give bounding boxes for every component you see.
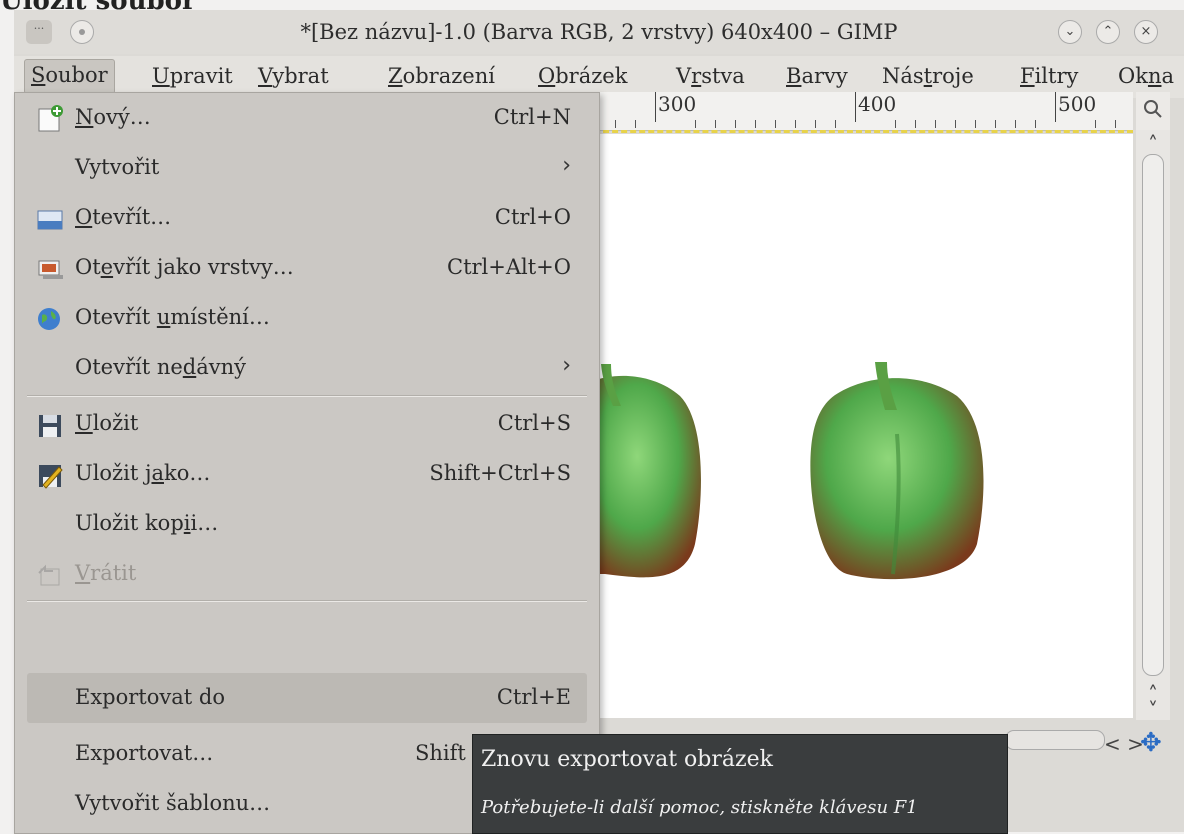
minimize-button[interactable]: ⌄ xyxy=(1058,20,1082,44)
open-as-layers-icon xyxy=(35,255,65,283)
menu-obrazek[interactable]: Obrázek xyxy=(532,62,633,90)
menu-filtry[interactable]: Filtry xyxy=(1014,62,1084,90)
image-canvas[interactable] xyxy=(585,134,1133,718)
scroll-thumb[interactable] xyxy=(1142,154,1164,676)
submenu-arrow-icon: › xyxy=(562,353,571,378)
zoom-icon[interactable] xyxy=(1136,92,1170,130)
submenu-arrow-icon: › xyxy=(562,153,571,178)
shortcut: Ctrl+O xyxy=(494,205,571,229)
menu-upravit[interactable]: Upravit xyxy=(146,62,239,90)
shortcut: Shift xyxy=(415,741,466,765)
menu-item-save-as[interactable]: Uložit jako… Shift+Ctrl+S xyxy=(15,449,599,499)
ruler-label: 300 xyxy=(655,92,696,122)
menu-item-open-recent[interactable]: Otevřít nedávný › xyxy=(15,343,599,393)
ruler-label: 500 xyxy=(1055,92,1096,122)
titlebar: ··· *[Bez názvu]-1.0 (Barva RGB, 2 vrstv… xyxy=(14,10,1184,54)
revert-icon xyxy=(35,561,65,589)
maximize-button[interactable]: ⌃ xyxy=(1096,20,1120,44)
shortcut: Ctrl+Alt+O xyxy=(447,255,571,279)
menu-separator xyxy=(27,600,587,602)
menu-item-revert: Vrátit xyxy=(15,549,599,599)
shortcut: Ctrl+E xyxy=(496,685,571,709)
menu-vrstva[interactable]: Vrstva xyxy=(670,62,751,90)
window-title: *[Bez názvu]-1.0 (Barva RGB, 2 vrstvy) 6… xyxy=(300,20,898,44)
new-icon xyxy=(35,105,65,133)
menu-soubor[interactable]: Soubor xyxy=(24,59,115,94)
menu-item-open[interactable]: Otevřít… Ctrl+O xyxy=(15,193,599,243)
tooltip-help: Potřebujete-li další pomoc, stiskněte kl… xyxy=(481,797,918,818)
menu-item-save-copy[interactable]: Uložit kopii… xyxy=(15,499,599,549)
menu-item-save[interactable]: Uložit Ctrl+S xyxy=(15,399,599,449)
navigate-arrows-icon[interactable]: < > xyxy=(1104,732,1144,756)
horizontal-scrollbar[interactable] xyxy=(1005,730,1105,750)
menu-item-new[interactable]: Nový… Ctrl+N xyxy=(15,93,599,143)
menu-vybrat[interactable]: Vybrat xyxy=(252,62,335,90)
tooltip: Znovu exportovat obrázek Potřebujete-li … xyxy=(472,734,1008,834)
save-as-icon xyxy=(35,461,65,489)
save-icon xyxy=(35,411,65,439)
menu-okna[interactable]: Okna xyxy=(1112,62,1180,90)
vertical-scrollbar[interactable]: ˄ ˄ ˅ xyxy=(1136,130,1170,722)
tooltip-title: Znovu exportovat obrázek xyxy=(481,747,773,772)
horizontal-ruler[interactable]: 300 400 500 xyxy=(585,92,1133,131)
shortcut: Shift+Ctrl+S xyxy=(429,461,571,485)
menu-separator xyxy=(27,395,587,397)
shortcut: Ctrl+S xyxy=(497,411,571,435)
scroll-down-icon[interactable]: ˅ xyxy=(1136,698,1170,722)
menu-item-open-location[interactable]: Otevřít umístění… xyxy=(15,293,599,343)
scroll-up-icon[interactable]: ˄ xyxy=(1136,132,1170,156)
menu-item-create[interactable]: Vytvořit › xyxy=(15,143,599,193)
menu-zobrazeni[interactable]: Zobrazení xyxy=(382,62,501,90)
menu-item-open-as-layers[interactable]: Otevřít jako vrstvy… Ctrl+Alt+O xyxy=(15,243,599,293)
menu-item-export-to[interactable]: Exportovat do Ctrl+E xyxy=(27,673,587,723)
file-menu-dropdown: Nový… Ctrl+N Vytvořit › Otevřít… Ctrl+O … xyxy=(14,92,600,834)
navigate-move-icon[interactable]: ✥ xyxy=(1140,728,1162,758)
globe-icon xyxy=(35,305,65,333)
close-button[interactable]: × xyxy=(1134,20,1158,44)
menu-barvy[interactable]: Barvy xyxy=(780,62,854,90)
shortcut: Ctrl+N xyxy=(493,105,571,129)
pepper-image xyxy=(585,362,984,580)
menu-nastroje[interactable]: Nástroje xyxy=(876,62,980,90)
ruler-label: 400 xyxy=(855,92,896,122)
open-icon xyxy=(35,205,65,233)
